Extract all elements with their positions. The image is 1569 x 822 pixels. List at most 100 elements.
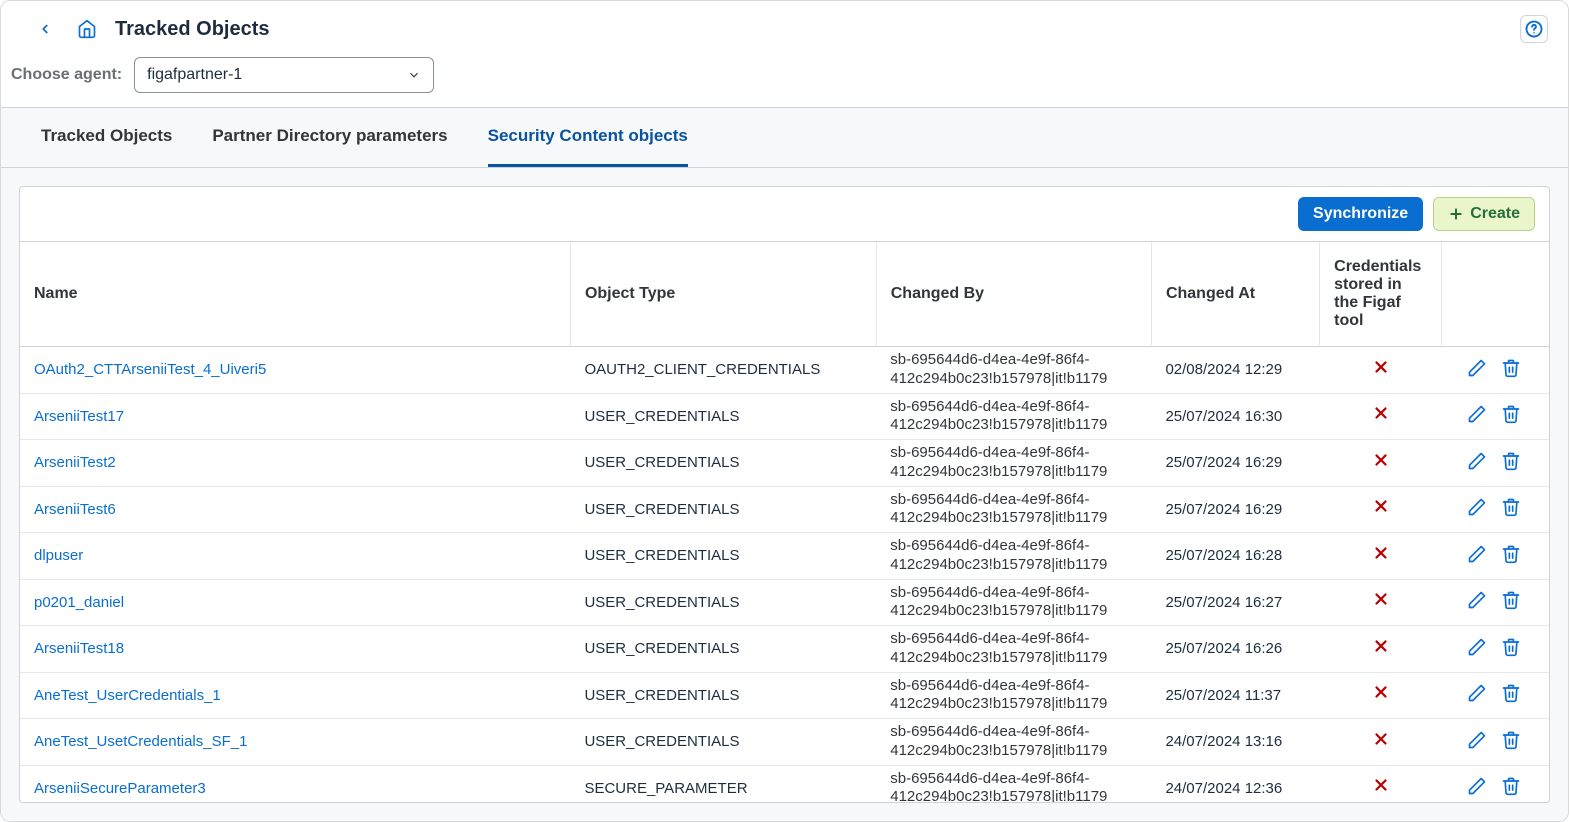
table-row: ArseniiTest6 USER_CREDENTIALSsb-695644d6-… [20, 486, 1549, 533]
edit-icon[interactable] [1467, 683, 1489, 705]
row-changed-at: 25/07/2024 16:30 [1151, 393, 1319, 440]
credentials-missing-icon [1372, 591, 1390, 613]
help-button[interactable] [1520, 15, 1548, 43]
col-actions [1442, 242, 1549, 347]
delete-icon[interactable] [1501, 730, 1523, 752]
credentials-missing-icon [1372, 545, 1390, 567]
edit-icon[interactable] [1467, 590, 1489, 612]
row-changed-at: 24/07/2024 12:36 [1151, 765, 1319, 802]
table-row: ArseniiTest17 USER_CREDENTIALSsb-695644d6… [20, 393, 1549, 440]
delete-icon[interactable] [1501, 358, 1523, 380]
credentials-missing-icon [1372, 731, 1390, 753]
credentials-missing-icon [1372, 405, 1390, 427]
row-name-link[interactable]: ArseniiTest18 [34, 640, 124, 657]
delete-icon[interactable] [1501, 590, 1523, 612]
plus-icon [1448, 206, 1464, 222]
edit-icon[interactable] [1467, 637, 1489, 659]
row-name-link[interactable]: ArseniiTest2 [34, 454, 116, 471]
objects-table: Name Object Type Changed By Changed At C… [20, 242, 1549, 802]
delete-icon[interactable] [1501, 404, 1523, 426]
col-changed-at: Changed At [1151, 242, 1319, 347]
row-name-link[interactable]: ArseniiSecureParameter3 [34, 780, 206, 797]
row-changed-at: 25/07/2024 16:28 [1151, 533, 1319, 580]
credentials-missing-icon [1372, 498, 1390, 520]
edit-icon[interactable] [1467, 776, 1489, 798]
tabs-bar: Tracked Objects Partner Directory parame… [1, 107, 1568, 168]
row-type: OAUTH2_CLIENT_CREDENTIALS [570, 347, 876, 394]
row-changed-by: sb-695644d6-d4ea-4e9f-86f4-412c294b0c23!… [876, 579, 1151, 626]
credentials-missing-icon [1372, 684, 1390, 706]
row-type: USER_CREDENTIALS [570, 672, 876, 719]
credentials-missing-icon [1372, 638, 1390, 660]
synchronize-button[interactable]: Synchronize [1298, 197, 1423, 231]
page-title: Tracked Objects [115, 18, 270, 41]
credentials-missing-icon [1372, 452, 1390, 474]
col-type: Object Type [570, 242, 876, 347]
row-type: USER_CREDENTIALS [570, 533, 876, 580]
row-type: USER_CREDENTIALS [570, 393, 876, 440]
table-row: dlpuser USER_CREDENTIALSsb-695644d6-d4ea-… [20, 533, 1549, 580]
row-changed-at: 25/07/2024 16:26 [1151, 626, 1319, 673]
row-type: USER_CREDENTIALS [570, 626, 876, 673]
edit-icon[interactable] [1467, 451, 1489, 473]
delete-icon[interactable] [1501, 544, 1523, 566]
row-changed-at: 25/07/2024 16:29 [1151, 440, 1319, 487]
row-name-link[interactable]: ArseniiTest6 [34, 501, 116, 518]
delete-icon[interactable] [1501, 497, 1523, 519]
credentials-missing-icon [1372, 777, 1390, 799]
row-type: USER_CREDENTIALS [570, 486, 876, 533]
row-changed-by: sb-695644d6-d4ea-4e9f-86f4-412c294b0c23!… [876, 486, 1151, 533]
table-row: AneTest_UserCredentials_1 USER_CREDENTIAL… [20, 672, 1549, 719]
row-changed-by: sb-695644d6-d4ea-4e9f-86f4-412c294b0c23!… [876, 626, 1151, 673]
table-row: ArseniiSecureParameter3 SECURE_PARAMETERs… [20, 765, 1549, 802]
table-row: p0201_daniel USER_CREDENTIALSsb-695644d6-… [20, 579, 1549, 626]
agent-label: Choose agent: [11, 66, 122, 84]
tab-security-content[interactable]: Security Content objects [488, 108, 688, 167]
row-name-link[interactable]: OAuth2_CTTArseniiTest_4_Uiveri5 [34, 361, 266, 378]
row-name-link[interactable]: dlpuser [34, 547, 83, 564]
chevron-down-icon [407, 68, 421, 82]
col-name: Name [20, 242, 570, 347]
row-type: USER_CREDENTIALS [570, 719, 876, 766]
back-icon[interactable] [31, 15, 59, 43]
create-button-label: Create [1470, 205, 1520, 223]
table-row: AneTest_UsetCredentials_SF_1 USER_CREDENT… [20, 719, 1549, 766]
delete-icon[interactable] [1501, 683, 1523, 705]
row-changed-at: 24/07/2024 13:16 [1151, 719, 1319, 766]
edit-icon[interactable] [1467, 358, 1489, 380]
row-changed-by: sb-695644d6-d4ea-4e9f-86f4-412c294b0c23!… [876, 440, 1151, 487]
delete-icon[interactable] [1501, 637, 1523, 659]
row-name-link[interactable]: AneTest_UsetCredentials_SF_1 [34, 733, 247, 750]
row-name-link[interactable]: ArseniiTest17 [34, 408, 124, 425]
agent-select[interactable]: figafpartner-1 [134, 57, 434, 93]
table-row: OAuth2_CTTArseniiTest_4_Uiveri5 OAUTH2_CL… [20, 347, 1549, 394]
edit-icon[interactable] [1467, 730, 1489, 752]
edit-icon[interactable] [1467, 497, 1489, 519]
tab-tracked-objects[interactable]: Tracked Objects [41, 108, 172, 167]
agent-select-value: figafpartner-1 [147, 66, 242, 84]
col-credentials: Credentials stored in the Figaf tool [1320, 242, 1442, 347]
row-changed-by: sb-695644d6-d4ea-4e9f-86f4-412c294b0c23!… [876, 672, 1151, 719]
credentials-missing-icon [1372, 359, 1390, 381]
table-row: ArseniiTest18 USER_CREDENTIALSsb-695644d6… [20, 626, 1549, 673]
create-button[interactable]: Create [1433, 197, 1535, 231]
col-changed-by: Changed By [876, 242, 1151, 347]
home-icon[interactable] [73, 15, 101, 43]
table-scroll[interactable]: Name Object Type Changed By Changed At C… [20, 242, 1549, 802]
row-name-link[interactable]: p0201_daniel [34, 594, 124, 611]
tab-partner-directory[interactable]: Partner Directory parameters [212, 108, 447, 167]
row-changed-by: sb-695644d6-d4ea-4e9f-86f4-412c294b0c23!… [876, 347, 1151, 394]
row-type: SECURE_PARAMETER [570, 765, 876, 802]
delete-icon[interactable] [1501, 451, 1523, 473]
row-changed-at: 25/07/2024 16:29 [1151, 486, 1319, 533]
row-type: USER_CREDENTIALS [570, 579, 876, 626]
edit-icon[interactable] [1467, 404, 1489, 426]
edit-icon[interactable] [1467, 544, 1489, 566]
row-changed-at: 02/08/2024 12:29 [1151, 347, 1319, 394]
row-changed-by: sb-695644d6-d4ea-4e9f-86f4-412c294b0c23!… [876, 393, 1151, 440]
row-changed-by: sb-695644d6-d4ea-4e9f-86f4-412c294b0c23!… [876, 765, 1151, 802]
row-changed-by: sb-695644d6-d4ea-4e9f-86f4-412c294b0c23!… [876, 533, 1151, 580]
row-name-link[interactable]: AneTest_UserCredentials_1 [34, 687, 221, 704]
row-changed-at: 25/07/2024 16:27 [1151, 579, 1319, 626]
delete-icon[interactable] [1501, 776, 1523, 798]
